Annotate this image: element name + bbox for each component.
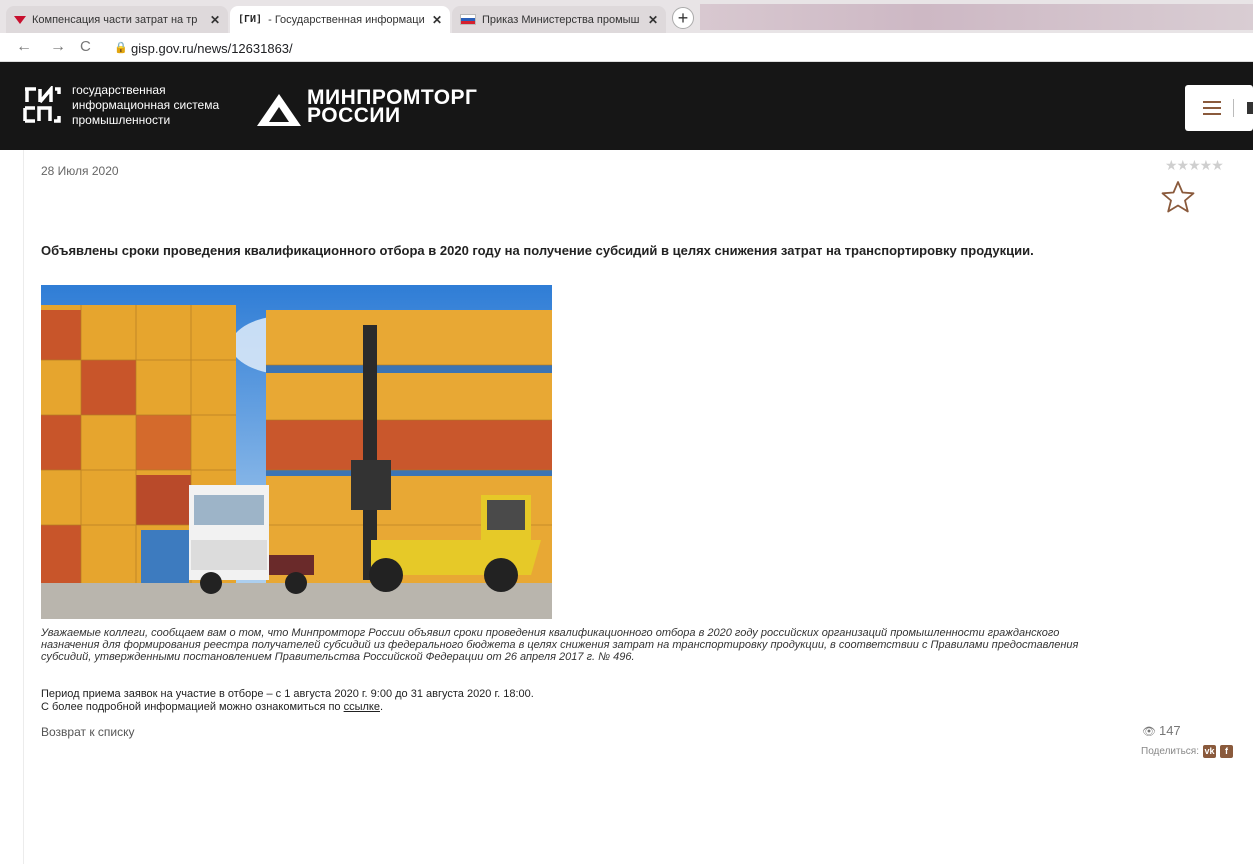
more-info-end: .: [379, 701, 384, 713]
minpromtorg-logo-text: МИНПРОМТОРГ РОССИИ: [307, 87, 477, 127]
article-photo: [41, 285, 552, 619]
more-info-line: С более подробной информацией можно озна…: [41, 701, 534, 714]
lead-line: Уважаемые коллеги, сообщаем вам о том, ч…: [41, 627, 1060, 639]
back-arrow-icon[interactable]: ←: [16, 38, 32, 56]
red-triangle-favicon-icon: [14, 15, 26, 24]
vk-share-icon[interactable]: vk: [1203, 745, 1216, 758]
article-body: Период приема заявок на участие в отборе…: [41, 688, 534, 714]
forward-arrow-icon[interactable]: →: [50, 38, 66, 56]
back-to-list-link[interactable]: Возврат к списку: [41, 725, 135, 739]
favorite-star-icon[interactable]: [1161, 180, 1195, 214]
lead-line: субсидий, утвержденными постановлением П…: [41, 651, 635, 663]
article-date: 28 Июля 2020: [41, 164, 119, 178]
russia-flag-favicon-icon: [460, 14, 476, 25]
blurred-tab-area: [700, 4, 1253, 30]
content-left-rule: [23, 150, 24, 864]
menu-divider: [1233, 99, 1234, 117]
share-block: Поделиться: vk f: [1141, 745, 1233, 758]
close-icon[interactable]: ✕: [210, 13, 220, 27]
site-header: государственная информационная система п…: [0, 62, 1253, 150]
reload-icon[interactable]: C: [80, 38, 91, 55]
ministry-name-line: РОССИИ: [307, 104, 401, 127]
tab-compensation[interactable]: Компенсация части затрат на тр ✕: [6, 6, 228, 33]
tab-order[interactable]: Приказ Министерства промыш ✕: [452, 6, 666, 33]
more-info-link[interactable]: ссылке: [344, 701, 380, 713]
gisp-logo-icon[interactable]: [22, 86, 62, 126]
gisp-text-line: промышленности: [72, 113, 171, 127]
browser-tab-bar: Компенсация части затрат на тр ✕ [ГИ] - …: [0, 0, 1253, 33]
user-icon[interactable]: [1247, 102, 1253, 114]
hamburger-icon[interactable]: [1203, 101, 1221, 115]
tab-title: Компенсация части затрат на тр: [32, 13, 198, 26]
article-headline: Объявлены сроки проведения квалификацион…: [41, 243, 1034, 258]
minpromtorg-logo-icon[interactable]: [256, 93, 302, 127]
view-counter: 👁 147: [1142, 723, 1181, 738]
facebook-share-icon[interactable]: f: [1220, 745, 1233, 758]
more-info-text: С более подробной информацией можно озна…: [41, 701, 344, 713]
gisp-text-line: информационная система: [72, 98, 220, 112]
gisp-text-line: государственная: [72, 83, 166, 97]
rating-stars: ★★★★★: [1165, 157, 1224, 173]
gisp-logo-text: государственная информационная система п…: [72, 83, 219, 128]
gisp-favicon-icon: [ГИ]: [238, 14, 263, 25]
share-label: Поделиться:: [1141, 746, 1199, 757]
url-field[interactable]: gisp.gov.ru/news/12631863/: [131, 41, 293, 56]
close-icon[interactable]: ✕: [648, 13, 658, 27]
lead-line: назначения для формирования реестра полу…: [41, 639, 1079, 651]
period-text: Период приема заявок на участие в отборе…: [41, 688, 534, 700]
tab-title: - Государственная информаци: [268, 13, 425, 26]
eye-icon: 👁: [1142, 726, 1156, 738]
lock-icon: 🔒: [114, 42, 128, 54]
tab-title: Приказ Министерства промыш: [482, 13, 640, 26]
close-icon[interactable]: ✕: [432, 13, 442, 27]
article-lead: Уважаемые коллеги, сообщаем вам о том, ч…: [41, 627, 1253, 663]
address-bar: ← → C 🔒 gisp.gov.ru/news/12631863/: [0, 33, 1253, 62]
view-count: 147: [1158, 723, 1181, 738]
new-tab-button[interactable]: +: [672, 7, 694, 29]
tab-gisp[interactable]: [ГИ] - Государственная информаци ✕: [230, 6, 450, 33]
menu-button[interactable]: [1185, 85, 1253, 131]
